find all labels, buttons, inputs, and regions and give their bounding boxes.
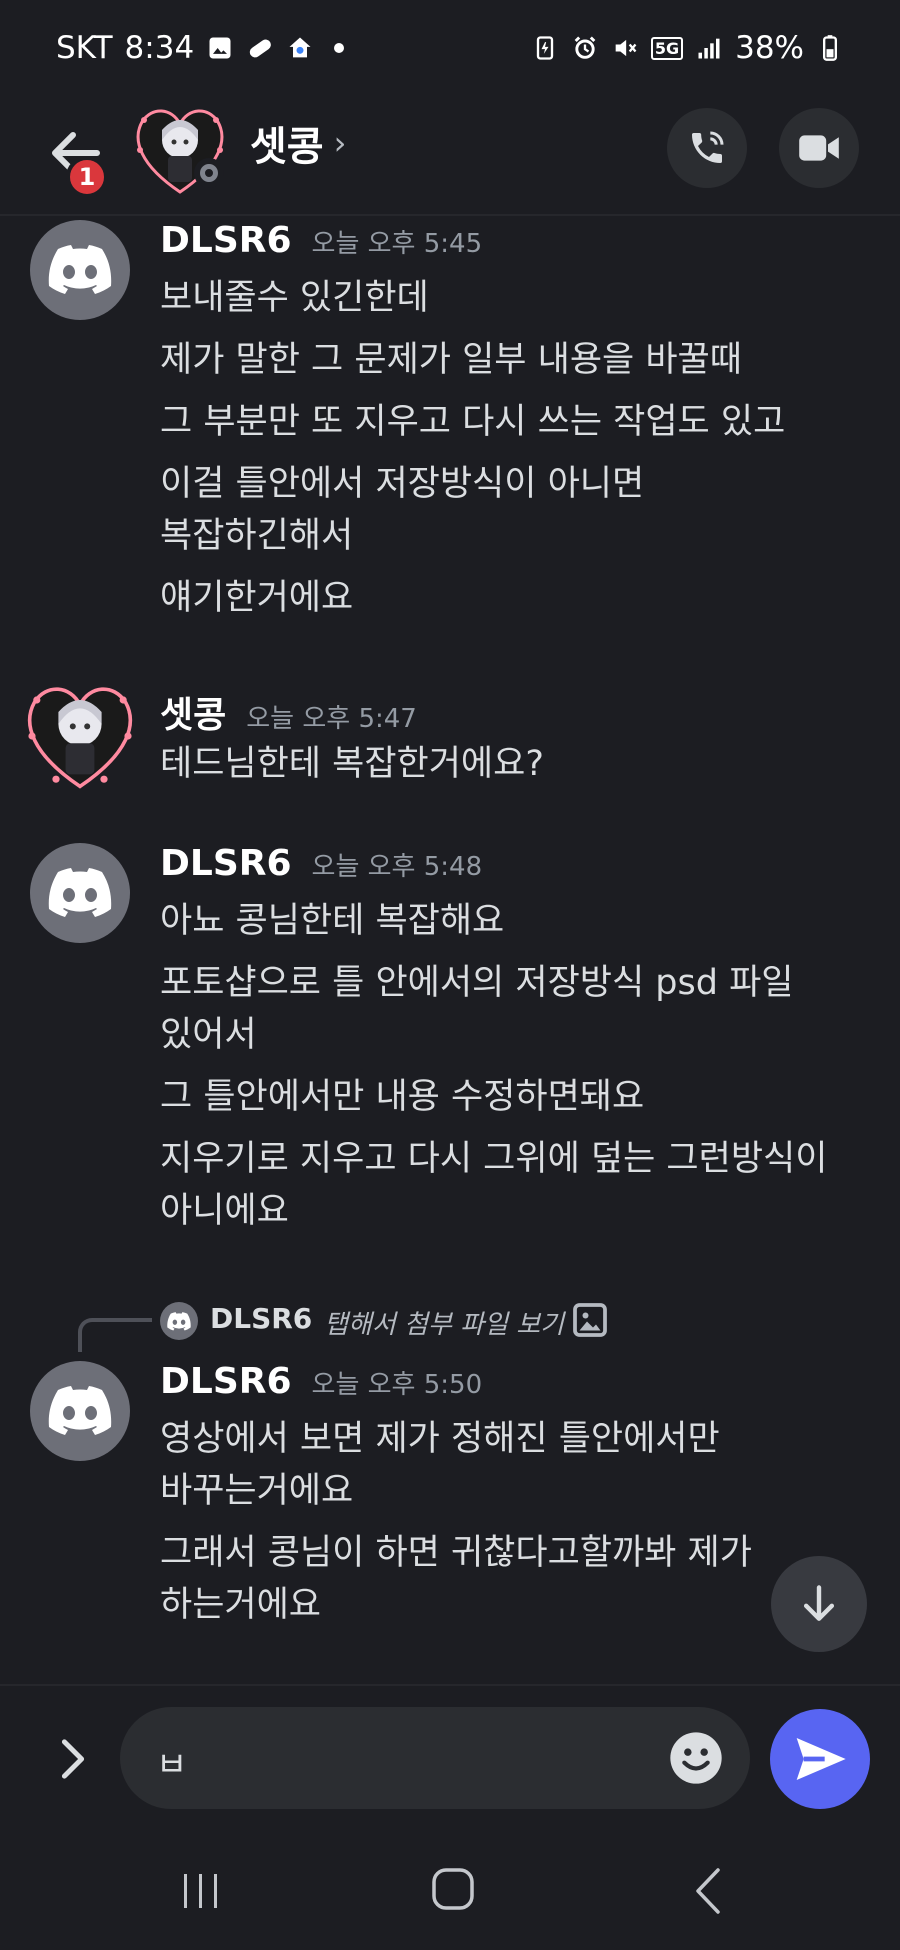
message-line[interactable]: 그 부분만 또 지우고 다시 쓰는 작업도 있고 [160, 396, 785, 448]
timestamp: 오늘 오후 5:50 [311, 1370, 483, 1400]
avatar[interactable] [30, 843, 130, 943]
status-left: SKT 8:34 [56, 30, 345, 66]
battery-saver-icon [536, 36, 553, 60]
video-call-button[interactable] [779, 108, 859, 188]
reply-connector [78, 1318, 152, 1352]
home-icon[interactable] [430, 1866, 476, 1912]
discord-logo-icon [48, 1386, 112, 1435]
timestamp: 오늘 오후 5:48 [311, 852, 483, 882]
timestamp: 오늘 오후 5:45 [311, 229, 483, 259]
signal-icon [698, 38, 720, 59]
message-line[interactable]: 바꾸는거에요 [160, 1465, 752, 1517]
message-header: DLSR6 오늘 오후 5:50 [160, 1361, 482, 1402]
recent-apps-icon[interactable] [180, 1870, 222, 1912]
avatar[interactable] [30, 1361, 130, 1461]
notification-badge: 1 [66, 156, 108, 198]
message-line[interactable]: 그 틀안에서만 내용 수정하면돼요 [160, 1071, 827, 1123]
image-icon [573, 1303, 607, 1337]
discord-logo-icon [48, 245, 112, 294]
timestamp: 오늘 오후 5:47 [246, 704, 417, 734]
message-body: 테드님한테 복잡한거에요? [160, 738, 544, 800]
discord-logo-icon [48, 868, 112, 917]
header-divider [0, 214, 900, 216]
battery-percent: 38% [735, 30, 804, 66]
discord-logo-icon [167, 1311, 191, 1330]
network-label: 5G [650, 36, 684, 60]
reply-attachment-text: 탭해서 첨부 파일 보기 [324, 1310, 565, 1340]
message-line[interactable]: 하는거에요 [160, 1579, 752, 1631]
chevron-right-icon [61, 1739, 85, 1779]
composer-divider [0, 1684, 900, 1686]
message-input-value[interactable]: ㅂ [156, 1737, 187, 1786]
system-nav-bar [0, 1840, 900, 1950]
message-group: 셋콩 오늘 오후 5:47 테드님한테 복잡한거에요? [0, 686, 900, 806]
message-line[interactable]: 아니에요 [160, 1185, 827, 1237]
message-group: DLSR6 오늘 오후 5:48 아뇨 콩님한테 복잡해요 포토샵으로 틀 안에… [0, 843, 900, 1263]
message-body: 영상에서 보면 제가 정해진 틀안에서만 바꾸는거에요 그래서 콩님이 하면 귀… [160, 1413, 752, 1641]
alarm-icon [574, 36, 596, 59]
jump-to-latest-button[interactable] [771, 1556, 867, 1652]
mute-icon [615, 39, 637, 57]
voice-call-button[interactable] [667, 108, 747, 188]
message-group: DLSR6 오늘 오후 5:50 영상에서 보면 제가 정해진 틀안에서만 바꾸… [0, 1361, 900, 1661]
chevron-right-icon: › [333, 124, 347, 162]
author-name[interactable]: DLSR6 [160, 220, 292, 261]
author-name[interactable]: DLSR6 [160, 843, 292, 884]
message-line[interactable]: 아뇨 콩님한테 복잡해요 [160, 895, 827, 947]
page-title: 셋콩 [250, 124, 324, 170]
chat-header: 1 셋콩 › [0, 96, 900, 214]
carrier-label: SKT [56, 30, 113, 66]
phone-call-icon [692, 131, 724, 163]
message-group: DLSR6 오늘 오후 5:45 보내줄수 있긴한데 제가 말한 그 문제가 일… [0, 220, 900, 640]
message-line[interactable]: 포토샵으로 틀 안에서의 저장방식 psd 파일 [160, 957, 827, 1009]
message-body: 아뇨 콩님한테 복잡해요 포토샵으로 틀 안에서의 저장방식 psd 파일 있어… [160, 895, 827, 1247]
author-name[interactable]: 셋콩 [160, 686, 226, 738]
message-line[interactable]: 그래서 콩님이 하면 귀찮다고할까봐 제가 [160, 1527, 752, 1579]
author-name[interactable]: DLSR6 [160, 1361, 292, 1402]
message-line[interactable]: 테드님한테 복잡한거에요? [160, 738, 544, 790]
home-app-icon [289, 37, 311, 58]
message-line[interactable]: 얘기한거에요 [160, 572, 785, 624]
pill-icon [250, 39, 272, 58]
message-line[interactable]: 복잡하긴해서 [160, 510, 785, 562]
message-line[interactable]: 지우기로 지우고 다시 그위에 덮는 그런방식이 [160, 1133, 827, 1185]
offline-status-indicator [194, 158, 224, 188]
message-body: 보내줄수 있긴한데 제가 말한 그 문제가 일부 내용을 바꿀때 그 부분만 또… [160, 272, 785, 634]
more-notifications-dot [334, 43, 345, 53]
expand-actions-button[interactable] [48, 1724, 98, 1794]
clock: 8:34 [124, 30, 195, 66]
status-right: 5G 38% [531, 30, 844, 66]
emoji-icon[interactable] [668, 1730, 724, 1786]
message-header: 셋콩 오늘 오후 5:47 [160, 686, 417, 738]
video-camera-icon [799, 135, 839, 161]
message-line[interactable]: 영상에서 보면 제가 정해진 틀안에서만 [160, 1413, 752, 1465]
message-line[interactable]: 이걸 틀안에서 저장방식이 아니면 [160, 458, 785, 510]
reply-reference[interactable]: DLSR6 탭해서 첨부 파일 보기 [78, 1300, 898, 1360]
avatar[interactable] [30, 220, 130, 320]
message-header: DLSR6 오늘 오후 5:45 [160, 220, 482, 261]
gallery-icon [209, 37, 231, 59]
send-button[interactable] [770, 1709, 870, 1809]
message-header: DLSR6 오늘 오후 5:48 [160, 843, 482, 884]
message-input[interactable]: ㅂ [120, 1707, 750, 1809]
reply-author: DLSR6 [210, 1302, 313, 1335]
message-line[interactable]: 보내줄수 있긴한데 [160, 272, 785, 324]
channel-title[interactable]: 셋콩 › [250, 114, 346, 172]
send-icon [796, 1738, 846, 1780]
arrow-down-icon [803, 1585, 835, 1621]
message-line[interactable]: 있어서 [160, 1009, 827, 1061]
status-bar: SKT 8:34 5G 38% [0, 0, 900, 96]
reply-avatar [160, 1302, 198, 1340]
back-nav-icon[interactable] [688, 1866, 728, 1916]
battery-icon [823, 35, 837, 61]
avatar[interactable] [20, 676, 140, 796]
message-line[interactable]: 제가 말한 그 문제가 일부 내용을 바꿀때 [160, 334, 785, 386]
